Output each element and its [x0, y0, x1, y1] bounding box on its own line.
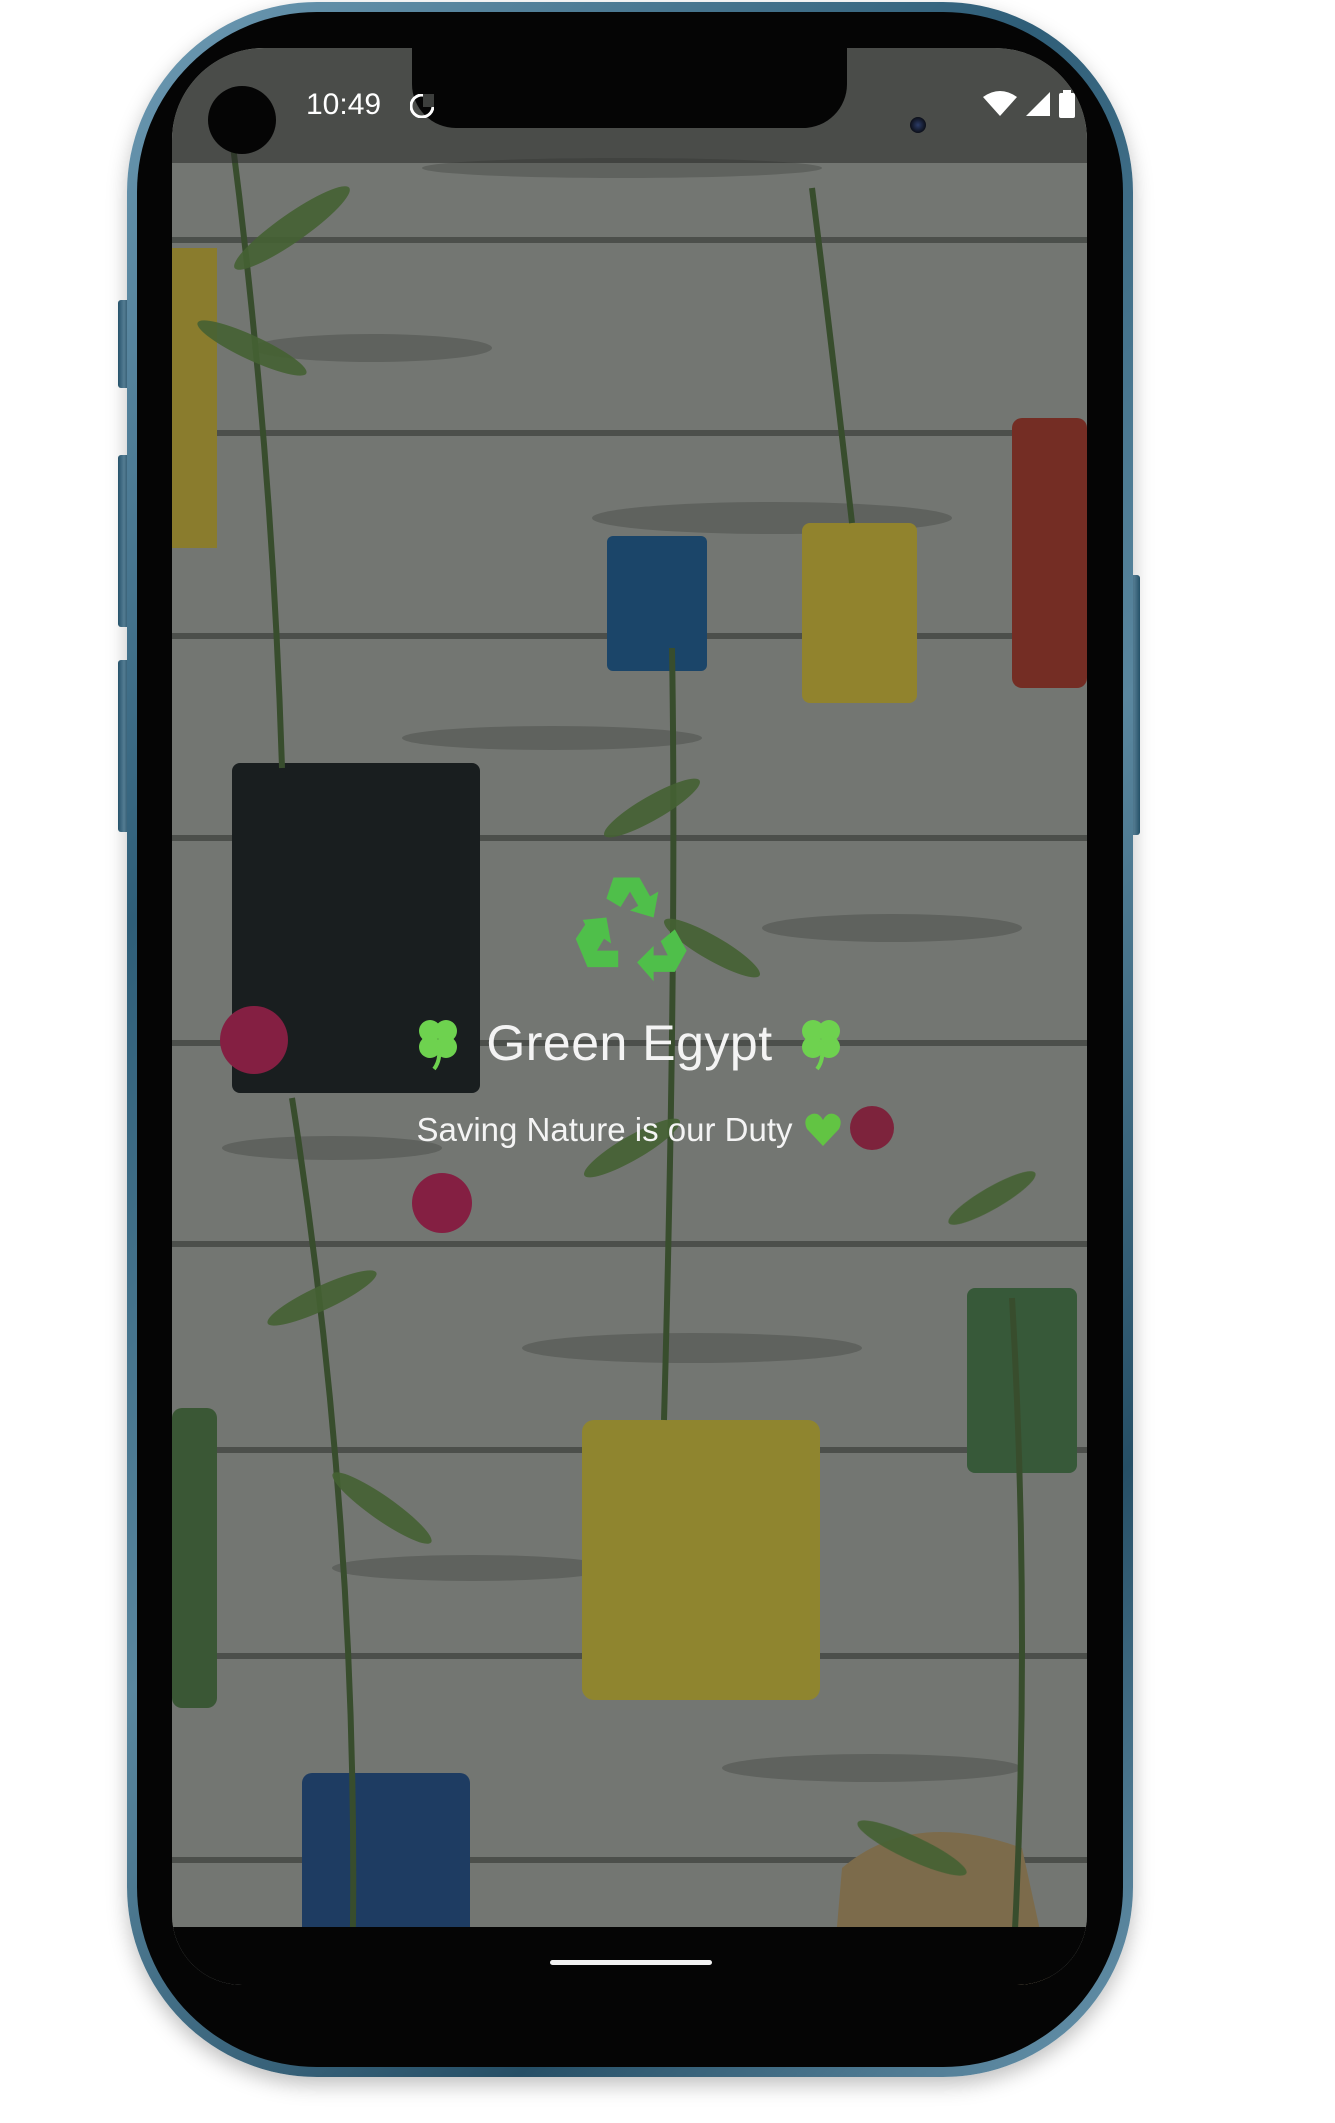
front-camera [910, 117, 926, 133]
app-tagline: Saving Nature is our Duty [416, 1111, 793, 1148]
wifi-icon [983, 91, 1017, 116]
subtitle-row: Saving Nature is our Duty [172, 1110, 1087, 1150]
title-row: Green Egypt [172, 1014, 1087, 1072]
battery-icon [1059, 90, 1075, 118]
do-not-disturb-icon [410, 94, 434, 118]
camera-cutout [208, 86, 276, 154]
home-indicator[interactable] [550, 1960, 712, 1965]
app-title: Green Egypt [486, 1015, 773, 1071]
notch [412, 48, 847, 128]
four-leaf-clover-icon-left [419, 1020, 458, 1071]
status-icons [983, 90, 1075, 118]
green-heart-icon [804, 1113, 841, 1146]
phone-screen: 10:49 Green Egypt Saving Nature is our D… [172, 48, 1087, 1985]
cellular-signal-icon [1026, 92, 1050, 116]
splash-content: Green Egypt Saving Nature is our Duty [172, 868, 1087, 1150]
bottom-safe-area [172, 1927, 1087, 1985]
status-time: 10:49 [306, 88, 382, 121]
recycle-icon [575, 877, 687, 982]
app-screenshot: 10:49 Green Egypt Saving Nature is our D… [0, 0, 1335, 2123]
four-leaf-clover-icon-right [801, 1020, 840, 1071]
